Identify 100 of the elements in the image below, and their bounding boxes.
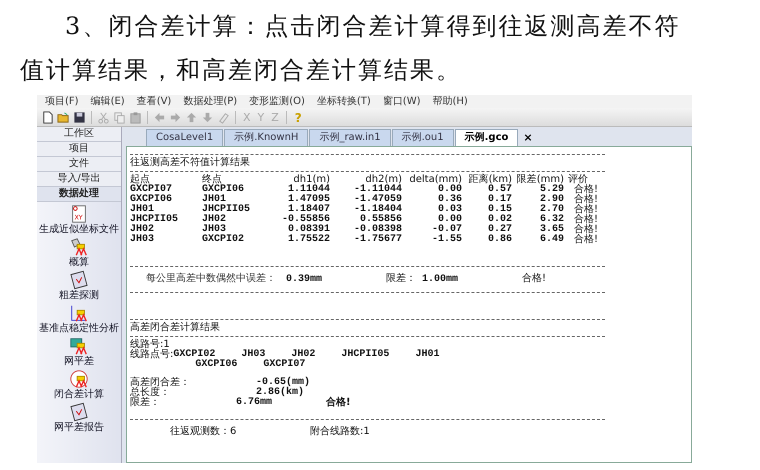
table-cell-text: 0.08391 xyxy=(286,225,331,235)
menu-item[interactable]: 编辑(E) xyxy=(90,95,125,108)
table-cell-text: 3.65 xyxy=(538,225,565,235)
table-cell-text: 0.86 xyxy=(486,235,513,245)
table-cell-text: 0.55856 xyxy=(360,215,403,225)
point-name: GXCPI06 xyxy=(195,360,238,370)
table-cell-text: 合格! xyxy=(573,225,600,235)
length-label: 总长度： xyxy=(130,388,171,398)
table-cell-text: GXCPI02 xyxy=(202,235,246,245)
menu-item[interactable]: 窗口(W) xyxy=(382,95,420,108)
file-tab[interactable]: 示例_raw.in1 xyxy=(309,129,391,146)
table-cell-text: GXCPI06 xyxy=(202,185,246,195)
file-tab[interactable]: 示例.KnownH xyxy=(224,129,308,146)
closure-label: 高差闭合差： xyxy=(130,378,191,388)
sidebar-section[interactable]: 数据处理 xyxy=(37,187,121,202)
summary-value: 0.39mm xyxy=(286,275,324,285)
table-cell-text: 合格! xyxy=(573,215,600,225)
route-number: 线路号:1 xyxy=(130,340,171,350)
point-name: JHCPII05 xyxy=(341,350,390,360)
tool-label[interactable]: 网平差 xyxy=(64,356,94,368)
table-cell-text: 0.17 xyxy=(486,195,513,205)
tool-label[interactable]: 基准点稳定性分析 xyxy=(39,323,119,335)
table-cell-text: 1.11044 xyxy=(286,185,331,195)
limit-value: 6.76mm xyxy=(235,398,274,408)
result-text: 合格! xyxy=(326,398,351,408)
point-name: JH02 xyxy=(291,350,316,360)
point-name: GXCPI02 xyxy=(173,350,216,360)
grid-instrument-icon[interactable] xyxy=(69,336,89,356)
table-cell-text: 6.49 xyxy=(538,235,565,245)
limit-value: 1.00mm xyxy=(422,275,460,285)
table-cell-text: JH03 xyxy=(130,235,156,245)
table-cell-text: -0.55856 xyxy=(280,215,331,225)
file-tab[interactable]: 示例.gco xyxy=(454,129,518,146)
table-cell-text: 合格! xyxy=(573,185,600,195)
file-tab[interactable]: 示例.ou1 xyxy=(392,129,454,146)
column-header: 终点 xyxy=(202,175,222,185)
column-header: delta(mm) xyxy=(408,175,463,185)
tool-label[interactable]: 闭合差计算 xyxy=(54,389,104,401)
menu-item[interactable]: 数据处理(P) xyxy=(183,95,238,108)
menu-item[interactable]: 变形监测(O) xyxy=(249,95,305,108)
table-cell-text: 0.00 xyxy=(436,185,463,195)
table-cell-text: 2.70 xyxy=(538,205,565,215)
table-cell-text: 合格! xyxy=(573,195,600,205)
count-text: 往返观测数：6 xyxy=(170,427,238,437)
table-cell-text: 0.00 xyxy=(438,215,463,225)
limit-label: 限差： xyxy=(386,274,417,284)
table-cell-text: 2.90 xyxy=(538,195,565,205)
menu-item[interactable]: 查看(V) xyxy=(136,95,172,108)
file-tab[interactable]: CosaLevel1 xyxy=(146,129,224,146)
table-cell-text: JH01 xyxy=(130,205,154,215)
column-header: 起点 xyxy=(130,175,150,185)
folder-icon[interactable] xyxy=(57,110,70,124)
new-file-icon[interactable] xyxy=(41,110,54,124)
sidebar-section[interactable]: 导入/导出 xyxy=(37,172,121,187)
summary-label: 每公里高差中数偶然中误差： xyxy=(146,274,277,284)
surveying-instrument-icon[interactable] xyxy=(69,237,89,257)
close-button[interactable]: × xyxy=(523,130,533,146)
table-cell-text: JH02 xyxy=(130,225,156,235)
sidebar-section[interactable]: 文件 xyxy=(37,157,121,172)
menu-item[interactable]: 坐标转换(T) xyxy=(316,95,371,108)
table-cell-text: JH02 xyxy=(202,215,228,225)
target-instrument-icon[interactable] xyxy=(69,369,89,389)
table-cell-text: GXCPI07 xyxy=(130,185,174,195)
column-header: dh1(m) xyxy=(293,175,331,185)
save-icon[interactable] xyxy=(73,110,86,124)
table-cell-text: -1.11044 xyxy=(352,185,403,195)
table-cell-text: -0.08398 xyxy=(352,225,403,235)
table-cell-text: JH03 xyxy=(202,225,226,235)
table-cell-text: 合格! xyxy=(573,235,600,245)
axes-instrument-icon[interactable] xyxy=(69,303,89,323)
table-cell-text: 1.47095 xyxy=(286,195,331,205)
length-value: 2.86(km) xyxy=(256,388,304,398)
column-header: 距离(km) xyxy=(468,175,513,185)
table-cell-text: -1.18404 xyxy=(352,205,403,215)
menu-item[interactable]: 帮助(H) xyxy=(432,95,468,108)
point-name: JH03 xyxy=(241,350,266,360)
tool-label[interactable]: 生成近似坐标文件 xyxy=(39,224,119,236)
paste-icon[interactable] xyxy=(129,110,142,124)
tool-label[interactable]: 网平差报告 xyxy=(54,422,104,434)
table-cell-text: GXCPI06 xyxy=(130,195,174,205)
table-cell-text: 1.75522 xyxy=(286,235,331,245)
sidebar-section[interactable]: 项目 xyxy=(37,142,121,157)
table-cell-text: -1.47059 xyxy=(352,195,403,205)
result-text: 合格! xyxy=(522,274,546,284)
limit-label: 限差： xyxy=(130,398,161,408)
table-cell-text: 0.02 xyxy=(486,215,513,225)
table-cell-text: 6.32 xyxy=(538,215,565,225)
tool-label[interactable]: 概算 xyxy=(69,257,89,269)
tool-label[interactable]: 粗差探测 xyxy=(59,290,99,302)
menu-item[interactable]: 项目(F) xyxy=(45,95,79,108)
table-cell-text: -1.55 xyxy=(430,235,463,245)
table-cell-text: -0.07 xyxy=(430,225,463,235)
points-label: 线路点号: xyxy=(130,350,174,362)
column-header: 限差(mm) xyxy=(516,175,565,185)
table-cell-text: 0.15 xyxy=(486,205,513,215)
table-cell-text: 0.57 xyxy=(486,185,513,195)
table-cell-text: 1.18407 xyxy=(288,205,331,215)
closure-value: -0.65(mm) xyxy=(255,378,310,388)
panel-header: 工作区 xyxy=(37,127,121,142)
table-cell-text: 合格! xyxy=(573,205,600,215)
